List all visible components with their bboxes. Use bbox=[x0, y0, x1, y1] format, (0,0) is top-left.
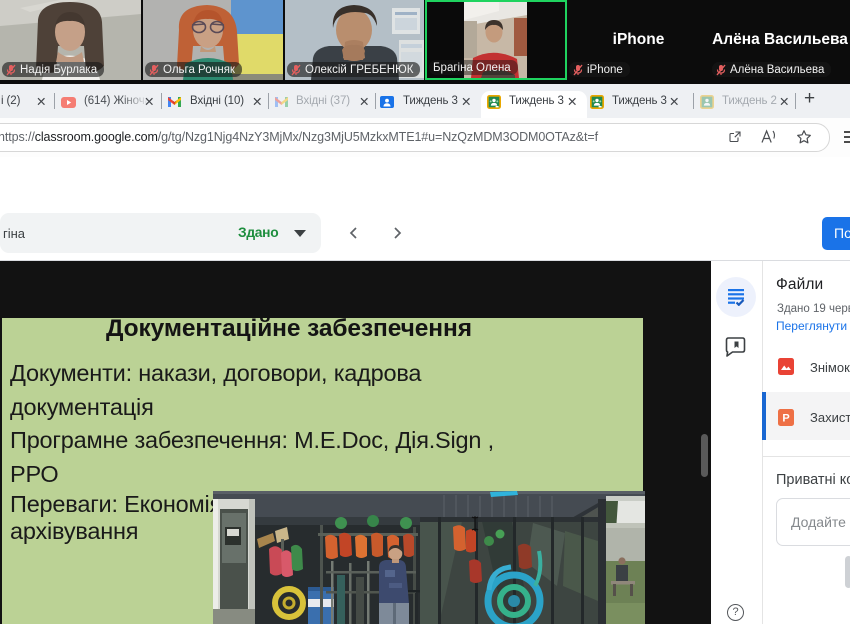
svg-text:P: P bbox=[782, 413, 789, 425]
